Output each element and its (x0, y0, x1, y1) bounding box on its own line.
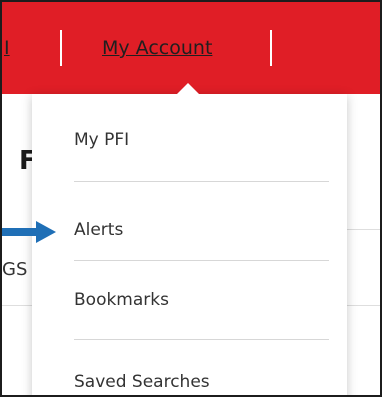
account-dropdown-menu: My PFI Alerts Bookmarks Saved Searches (32, 94, 347, 395)
menu-separator (74, 181, 329, 182)
menu-item-saved-searches[interactable]: Saved Searches (74, 362, 329, 395)
my-account-link[interactable]: My Account (102, 36, 212, 60)
screenshot-frame: I My Account F GS My PFI Alerts Bookmark… (0, 0, 382, 397)
nav-divider (60, 30, 62, 66)
top-navigation-bar: I My Account (2, 2, 380, 94)
callout-arrow-icon (2, 221, 56, 243)
nav-link-clipped[interactable]: I (4, 36, 18, 60)
menu-item-alerts[interactable]: Alerts (74, 210, 329, 250)
nav-divider (270, 30, 272, 66)
menu-separator (74, 260, 329, 261)
dropdown-caret-icon (176, 83, 200, 95)
menu-item-my-pfi[interactable]: My PFI (74, 120, 329, 160)
menu-item-bookmarks[interactable]: Bookmarks (74, 280, 329, 320)
page-subtext-fragment: GS (2, 259, 28, 280)
menu-separator (74, 339, 329, 340)
